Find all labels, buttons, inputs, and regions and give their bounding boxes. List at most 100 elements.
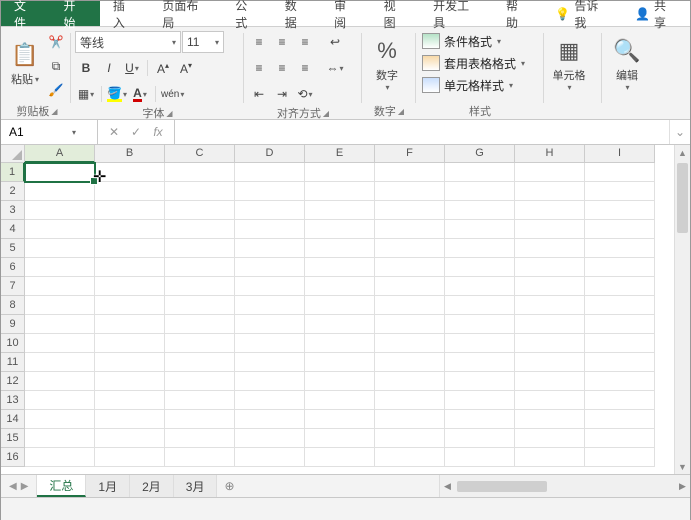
cell[interactable]	[585, 163, 655, 182]
cell[interactable]	[95, 315, 165, 334]
decrease-indent-button[interactable]: ⇤	[248, 83, 270, 105]
align-middle-button[interactable]: ≡	[271, 31, 293, 53]
tab-formulas[interactable]: 公式	[222, 1, 271, 26]
cell[interactable]	[95, 239, 165, 258]
cell[interactable]	[515, 429, 585, 448]
number-format-button[interactable]: % 数字 ▾	[366, 31, 408, 95]
bold-button[interactable]: B	[75, 57, 97, 79]
cell[interactable]	[235, 429, 305, 448]
cell[interactable]	[235, 296, 305, 315]
cell[interactable]	[375, 372, 445, 391]
cell[interactable]	[305, 163, 375, 182]
name-box-dropdown[interactable]: ▾	[72, 128, 76, 137]
editing-button[interactable]: 🔍 编辑 ▾	[606, 31, 648, 95]
tab-developer[interactable]: 开发工具	[420, 1, 493, 26]
row-header-12[interactable]: 12	[1, 372, 25, 391]
cell[interactable]	[445, 258, 515, 277]
cell[interactable]	[375, 315, 445, 334]
decrease-font-button[interactable]: A▾	[175, 57, 197, 79]
cell[interactable]	[375, 239, 445, 258]
cell[interactable]	[165, 429, 235, 448]
cell[interactable]	[375, 182, 445, 201]
cell[interactable]	[585, 353, 655, 372]
cell[interactable]	[165, 353, 235, 372]
cell[interactable]	[375, 353, 445, 372]
cell[interactable]	[235, 201, 305, 220]
name-box-input[interactable]	[7, 124, 71, 140]
row-header-16[interactable]: 16	[1, 448, 25, 467]
sheet-tab-3[interactable]: 3月	[174, 475, 218, 497]
cell[interactable]	[305, 220, 375, 239]
vertical-scrollbar[interactable]: ▲ ▼	[674, 145, 690, 474]
tab-home[interactable]: 开始	[50, 1, 99, 26]
cell[interactable]	[95, 334, 165, 353]
cell[interactable]	[25, 182, 95, 201]
tab-page-layout[interactable]: 页面布局	[149, 1, 222, 26]
cell[interactable]	[445, 277, 515, 296]
cell[interactable]	[445, 429, 515, 448]
font-family-select[interactable]: 等线▾	[75, 31, 181, 53]
align-top-button[interactable]: ≡	[248, 31, 270, 53]
row-header-3[interactable]: 3	[1, 201, 25, 220]
cell[interactable]	[305, 448, 375, 467]
scroll-down-button[interactable]: ▼	[675, 459, 690, 474]
cell[interactable]	[305, 372, 375, 391]
cell[interactable]	[95, 182, 165, 201]
cell[interactable]	[305, 353, 375, 372]
cell[interactable]	[515, 334, 585, 353]
cut-button[interactable]: ✂️	[45, 31, 67, 53]
phonetic-button[interactable]: wén▾	[160, 83, 185, 105]
cell[interactable]	[585, 296, 655, 315]
cell[interactable]	[25, 391, 95, 410]
column-header-D[interactable]: D	[235, 145, 305, 163]
cell[interactable]	[515, 353, 585, 372]
cell-styles-button[interactable]: 单元格样式▾	[420, 75, 515, 95]
horizontal-scrollbar[interactable]: ◀ ▶	[439, 475, 690, 497]
cell[interactable]	[515, 315, 585, 334]
tab-data[interactable]: 数据	[272, 1, 321, 26]
increase-indent-button[interactable]: ⇥	[271, 83, 293, 105]
formula-input[interactable]	[181, 124, 663, 140]
cell[interactable]	[165, 277, 235, 296]
cell[interactable]	[165, 391, 235, 410]
cell[interactable]	[235, 391, 305, 410]
cell[interactable]	[445, 220, 515, 239]
cell[interactable]	[445, 448, 515, 467]
cell[interactable]	[95, 353, 165, 372]
column-header-C[interactable]: C	[165, 145, 235, 163]
border-button[interactable]: ▦▾	[75, 83, 97, 105]
row-header-9[interactable]: 9	[1, 315, 25, 334]
conditional-formatting-button[interactable]: 条件格式▾	[420, 31, 503, 51]
cell[interactable]	[585, 239, 655, 258]
orientation-button[interactable]: ⟲▾	[294, 83, 316, 105]
cell[interactable]	[95, 258, 165, 277]
scroll-right-button[interactable]: ▶	[675, 481, 690, 492]
horizontal-scroll-thumb[interactable]	[457, 481, 547, 492]
cell[interactable]	[445, 353, 515, 372]
sheet-nav-next[interactable]: ▶	[21, 481, 29, 492]
row-header-1[interactable]: 1	[1, 163, 25, 182]
column-header-E[interactable]: E	[305, 145, 375, 163]
sheet-tab-2[interactable]: 2月	[130, 475, 174, 497]
cell[interactable]	[375, 296, 445, 315]
cell[interactable]	[25, 296, 95, 315]
cell[interactable]	[165, 201, 235, 220]
cell[interactable]	[165, 163, 235, 182]
cell[interactable]	[95, 372, 165, 391]
align-left-button[interactable]: ≡	[248, 57, 270, 79]
row-header-5[interactable]: 5	[1, 239, 25, 258]
column-header-G[interactable]: G	[445, 145, 515, 163]
cell[interactable]	[95, 163, 165, 182]
cell[interactable]	[305, 391, 375, 410]
cell[interactable]	[585, 277, 655, 296]
cell[interactable]	[585, 315, 655, 334]
row-header-15[interactable]: 15	[1, 429, 25, 448]
cell[interactable]	[25, 258, 95, 277]
cell[interactable]	[165, 239, 235, 258]
cell[interactable]	[25, 372, 95, 391]
row-header-2[interactable]: 2	[1, 182, 25, 201]
cell[interactable]	[165, 448, 235, 467]
align-center-button[interactable]: ≡	[271, 57, 293, 79]
cell[interactable]	[515, 258, 585, 277]
cell[interactable]	[165, 296, 235, 315]
